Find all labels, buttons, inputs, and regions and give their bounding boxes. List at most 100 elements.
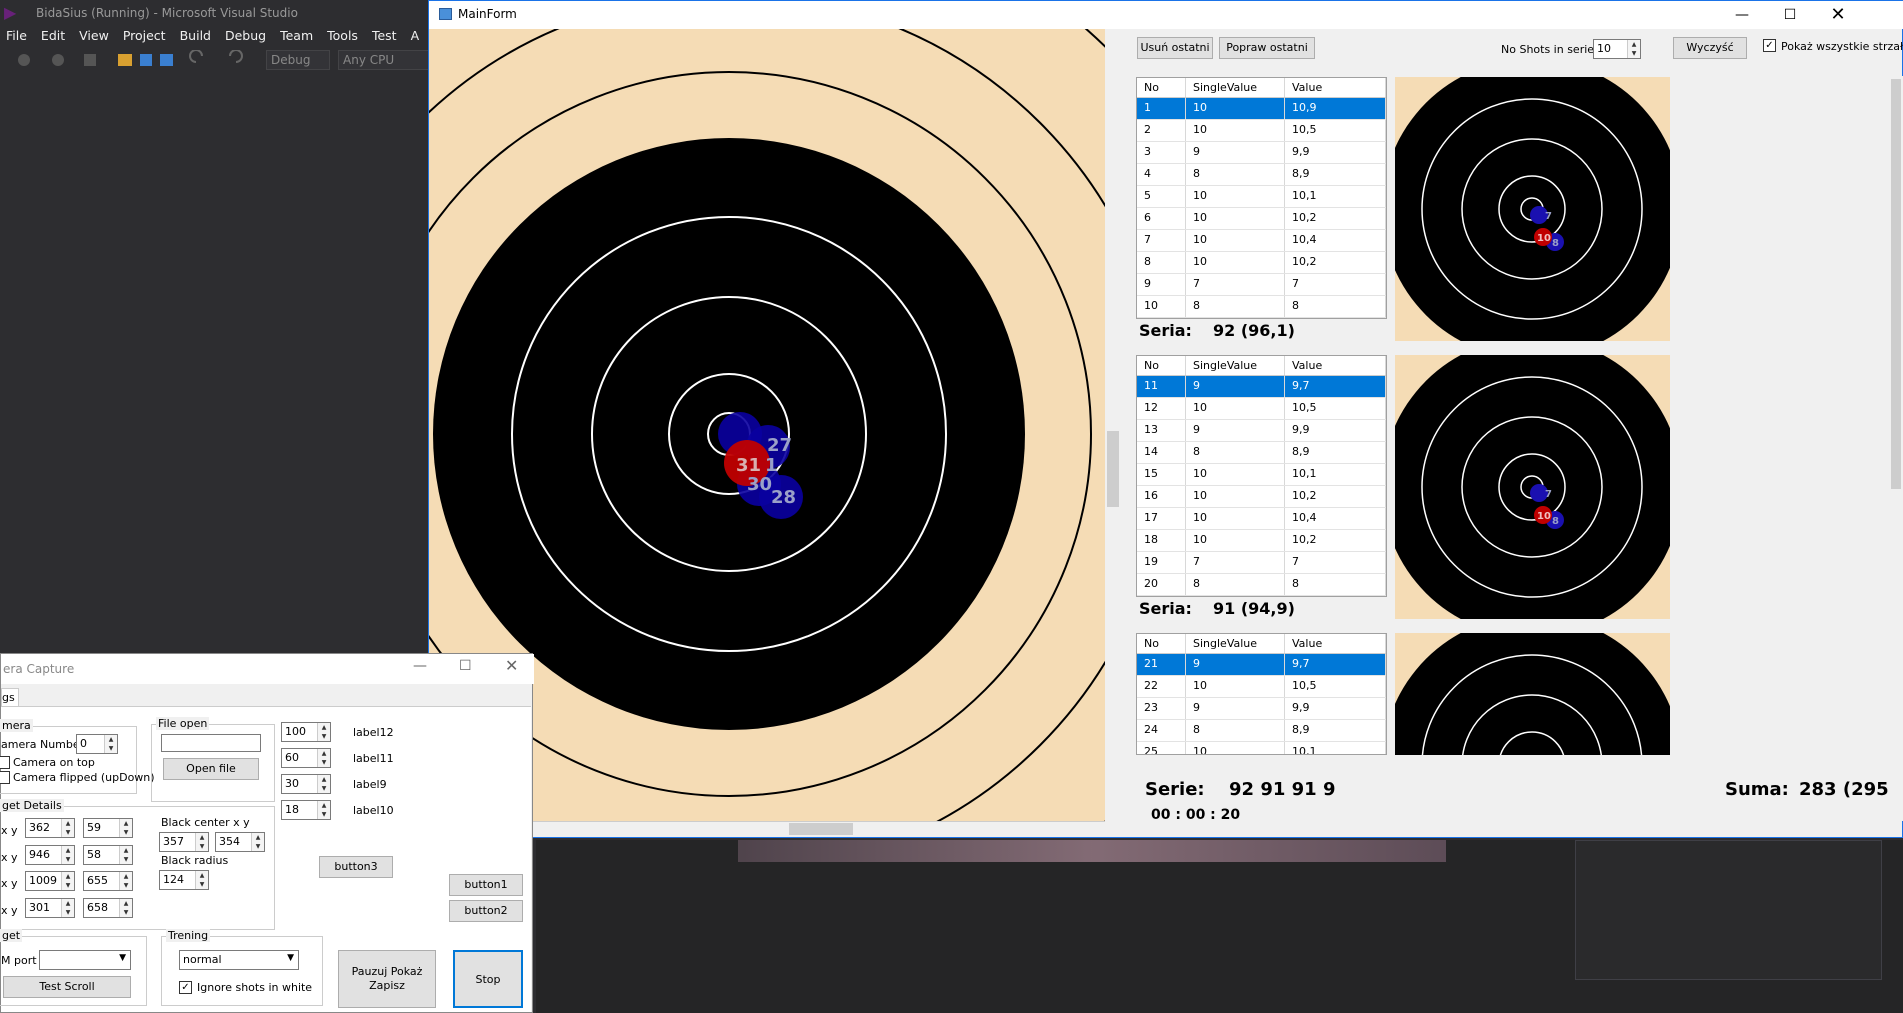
camera-on-top-checkbox[interactable] xyxy=(0,756,10,769)
table-row[interactable]: 15 10 10,1 xyxy=(1137,464,1386,486)
point4-x-stepper[interactable]: 301 ▲ ▼ xyxy=(25,898,75,918)
table-row[interactable]: 977 xyxy=(1137,274,1386,296)
spin-label9[interactable]: 30 ▲ ▼ xyxy=(281,774,331,794)
stepper-arrows-icon[interactable]: ▲ ▼ xyxy=(119,899,132,917)
vs-menu-test[interactable]: Test xyxy=(366,26,405,48)
table-row[interactable]: 11 9 9,7 xyxy=(1137,376,1386,398)
vs-menu-project[interactable]: Project xyxy=(117,26,174,48)
point2-x-stepper[interactable]: 946 ▲ ▼ xyxy=(25,845,75,865)
fix-last-button[interactable]: Popraw ostatni xyxy=(1219,37,1315,59)
vs-config-combo[interactable]: Debug xyxy=(266,50,330,70)
vs-menu-debug[interactable]: Debug xyxy=(219,26,274,48)
table-row[interactable]: 16 10 10,2 xyxy=(1137,486,1386,508)
vs-menu-build[interactable]: Build xyxy=(174,26,219,48)
clear-button[interactable]: Wyczyść xyxy=(1673,37,1747,59)
maximize-icon[interactable]: ☐ xyxy=(1767,3,1813,27)
stepper-arrows-icon[interactable]: ▲ ▼ xyxy=(317,801,330,819)
table-row[interactable]: 2 10 10,5 xyxy=(1137,120,1386,142)
point1-x-stepper[interactable]: 362 ▲ ▼ xyxy=(25,818,75,838)
stepper-arrows-icon[interactable]: ▲ ▼ xyxy=(195,871,208,889)
col-single-value[interactable]: SingleValue xyxy=(1186,634,1285,653)
show-all-shots-checkbox[interactable]: ✓ xyxy=(1763,39,1776,52)
shots-in-series-stepper[interactable]: 10 ▲ ▼ xyxy=(1593,39,1641,59)
vs-menu-more[interactable]: A xyxy=(405,26,428,48)
table-row[interactable]: 4 8 8,9 xyxy=(1137,164,1386,186)
table-row[interactable]: 22 10 10,5 xyxy=(1137,676,1386,698)
table-row[interactable]: 21 9 9,7 xyxy=(1137,654,1386,676)
point4-y-stepper[interactable]: 658 ▲ ▼ xyxy=(83,898,133,918)
stepper-arrows-icon[interactable]: ▲ ▼ xyxy=(1627,40,1640,58)
vs-menu-view[interactable]: View xyxy=(73,26,117,48)
spin-label11[interactable]: 60 ▲ ▼ xyxy=(281,748,331,768)
table-row[interactable]: 6 10 10,2 xyxy=(1137,208,1386,230)
table-row[interactable]: 13 9 9,9 xyxy=(1137,420,1386,442)
point2-y-stepper[interactable]: 58 ▲ ▼ xyxy=(83,845,133,865)
table-row[interactable]: 8 10 10,2 xyxy=(1137,252,1386,274)
stepper-arrows-icon[interactable]: ▲ ▼ xyxy=(119,872,132,890)
table-row[interactable]: 25 10 10,1 xyxy=(1137,742,1386,754)
table-row[interactable]: 12 10 10,5 xyxy=(1137,398,1386,420)
com-port-select[interactable]: ▼ xyxy=(39,950,131,970)
open-file-button[interactable]: Open file xyxy=(163,758,259,780)
table-row[interactable]: 3 9 9,9 xyxy=(1137,142,1386,164)
col-no[interactable]: No xyxy=(1137,634,1186,653)
table-row[interactable]: 17 10 10,4 xyxy=(1137,508,1386,530)
close-icon[interactable]: ✕ xyxy=(1815,3,1861,27)
stepper-arrows-icon[interactable]: ▲ ▼ xyxy=(61,899,74,917)
table-row[interactable]: 19 7 7 xyxy=(1137,552,1386,574)
series-grid[interactable]: No SingleValue Value 1 10 10,9 2 10 10,5 399… xyxy=(1136,77,1387,319)
pause-show-save-button[interactable]: Pauzuj Pokaż Zapisz xyxy=(338,950,436,1008)
tab-settings[interactable]: gs xyxy=(1,688,19,706)
target-horizontal-scroll-thumb[interactable] xyxy=(789,823,853,835)
table-row[interactable]: 14 8 8,9 xyxy=(1137,442,1386,464)
camera-number-stepper[interactable]: 0 ▲ ▼ xyxy=(76,734,118,754)
camera-flipped-checkbox[interactable] xyxy=(0,771,10,784)
ignore-white-checkbox[interactable]: ✓ xyxy=(179,981,192,994)
point1-y-stepper[interactable]: 59 ▲ ▼ xyxy=(83,818,133,838)
vs-menu-file[interactable]: File xyxy=(0,26,35,48)
col-value[interactable]: Value xyxy=(1285,634,1386,653)
col-no[interactable]: No xyxy=(1137,356,1186,375)
stop-button[interactable]: Stop xyxy=(453,950,523,1008)
training-mode-select[interactable]: normal ▼ xyxy=(179,950,299,970)
table-row[interactable]: 5 10 10,1 xyxy=(1137,186,1386,208)
button1[interactable]: button1 xyxy=(449,874,523,896)
remove-last-button[interactable]: Usuń ostatni xyxy=(1137,37,1213,59)
minimize-icon[interactable]: — xyxy=(413,658,427,674)
stepper-arrows-icon[interactable]: ▲ ▼ xyxy=(317,775,330,793)
table-row[interactable]: 24 8 8,9 xyxy=(1137,720,1386,742)
test-scroll-button[interactable]: Test Scroll xyxy=(3,976,131,998)
series-vertical-scroll-thumb[interactable] xyxy=(1891,79,1901,489)
stepper-arrows-icon[interactable]: ▲ ▼ xyxy=(317,723,330,741)
black-center-y-stepper[interactable]: 354 ▲ ▼ xyxy=(215,832,265,852)
vs-menu-tools[interactable]: Tools xyxy=(321,26,366,48)
stepper-arrows-icon[interactable]: ▲ ▼ xyxy=(119,819,132,837)
table-row[interactable]: 18 10 10,2 xyxy=(1137,530,1386,552)
stepper-arrows-icon[interactable]: ▲ ▼ xyxy=(119,846,132,864)
col-value[interactable]: Value xyxy=(1285,356,1386,375)
vs-platform-combo[interactable]: Any CPU xyxy=(338,50,430,70)
point3-x-stepper[interactable]: 1009 ▲ ▼ xyxy=(25,871,75,891)
close-icon[interactable]: ✕ xyxy=(505,656,518,675)
series-grid[interactable]: No SingleValue Value 11 9 9,7 12 10 10,5 13 9… xyxy=(1136,355,1387,597)
stepper-arrows-icon[interactable]: ▲ ▼ xyxy=(317,749,330,767)
stepper-arrows-icon[interactable]: ▲ ▼ xyxy=(61,819,74,837)
stepper-arrows-icon[interactable]: ▲ ▼ xyxy=(251,833,264,851)
stepper-arrows-icon[interactable]: ▲ ▼ xyxy=(195,833,208,851)
table-row[interactable]: 23 9 9,9 xyxy=(1137,698,1386,720)
table-row[interactable]: 7 10 10,4 xyxy=(1137,230,1386,252)
button3[interactable]: button3 xyxy=(319,856,393,878)
vs-menu-team[interactable]: Team xyxy=(274,26,321,48)
stepper-arrows-icon[interactable]: ▲ ▼ xyxy=(61,872,74,890)
col-value[interactable]: Value xyxy=(1285,78,1386,97)
black-center-x-stepper[interactable]: 357 ▲ ▼ xyxy=(159,832,209,852)
maximize-icon[interactable]: ☐ xyxy=(459,658,472,674)
black-radius-stepper[interactable]: 124 ▲ ▼ xyxy=(159,870,209,890)
col-single-value[interactable]: SingleValue xyxy=(1186,78,1285,97)
stepper-arrows-icon[interactable]: ▲ ▼ xyxy=(104,735,117,753)
table-row[interactable]: 1 10 10,9 xyxy=(1137,98,1386,120)
target-vertical-scroll-thumb[interactable] xyxy=(1107,431,1119,507)
table-row[interactable]: 20 8 8 xyxy=(1137,574,1386,596)
col-single-value[interactable]: SingleValue xyxy=(1186,356,1285,375)
table-row[interactable]: 10 8 8 xyxy=(1137,296,1386,318)
